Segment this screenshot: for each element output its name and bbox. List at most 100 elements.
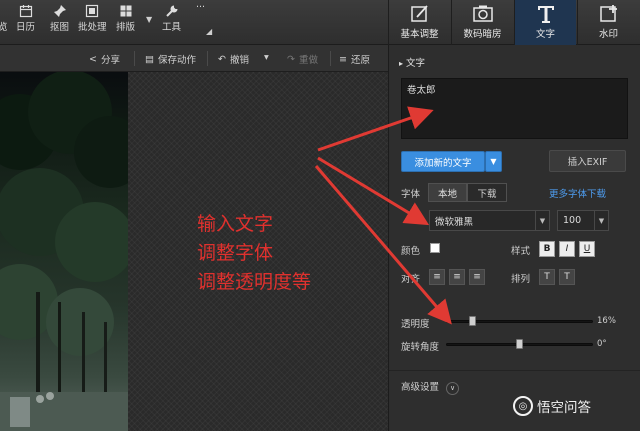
watermark-text: 悟空问答 [537, 400, 591, 416]
font-size-select[interactable]: 100 ▼ [557, 210, 609, 231]
divider [389, 370, 640, 371]
calendar-icon [19, 4, 33, 18]
restore-icon: ≡ [339, 53, 347, 65]
align-left-icon[interactable]: ≡ [429, 269, 445, 285]
italic-button[interactable]: I [559, 241, 575, 257]
opacity-label: 透明度 [401, 319, 430, 330]
save-icon: ▤ [145, 53, 154, 65]
font-download-tab[interactable]: 下载 [467, 183, 507, 202]
align-center-icon[interactable]: ≡ [449, 269, 465, 285]
tab-darkroom[interactable]: 数码暗房 [451, 0, 513, 45]
undo-label: 撤销 [229, 55, 249, 66]
adjust-icon [409, 4, 431, 24]
toolbar-batch-button[interactable]: 批处理 [78, 4, 107, 34]
add-text-button[interactable]: 添加新的文字 [401, 151, 485, 172]
layout-dropdown-icon[interactable]: ▼ [146, 15, 152, 24]
pin-icon [53, 4, 67, 18]
undo-icon: ↶ [218, 53, 226, 65]
font-label: 字体 [401, 189, 421, 200]
opacity-slider-thumb[interactable] [469, 316, 476, 326]
watermark-icon [598, 4, 620, 24]
text-icon [535, 4, 557, 24]
share-icon: < [89, 53, 97, 65]
toolbar-expand-icon[interactable]: ◢ [206, 27, 212, 36]
color-swatch[interactable] [430, 243, 440, 253]
advanced-settings-toggle[interactable]: 高级设置 ∨ [401, 379, 460, 395]
share-label: 分享 [100, 55, 120, 66]
toolbar-partial-item[interactable]: 览 [0, 22, 8, 34]
tab-basic-adjust[interactable]: 基本调整 [388, 0, 450, 45]
redo-icon: ↷ [287, 53, 295, 65]
annotation-line: 输入文字 [197, 213, 274, 235]
more-fonts-link[interactable]: 更多字体下载 [549, 186, 606, 200]
bold-button[interactable]: B [539, 241, 555, 257]
share-button[interactable]: < 分享 [89, 52, 120, 67]
font-size-value: 100 [563, 215, 582, 226]
tab-watermark[interactable]: 水印 [577, 0, 639, 45]
undo-dropdown-icon[interactable]: ▾ [264, 52, 269, 63]
text-input-area[interactable]: 卷太郎 [401, 78, 628, 139]
annotation-text: 输入文字 调整字体 调整透明度等 [197, 210, 311, 297]
app-window: 览 日历 抠图 批处理 排版 ▼ 工具 ··· ◢ 基本调整 数码暗房 文字 水… [0, 0, 640, 431]
insert-exif-button[interactable]: 插入EXIF [549, 150, 626, 172]
tab-basic-adjust-label: 基本调整 [400, 29, 439, 40]
toolbar-layout-button[interactable]: 排版 [116, 4, 135, 34]
rotation-slider[interactable] [446, 339, 593, 349]
rotation-label: 旋转角度 [401, 342, 440, 353]
save-action-label: 保存动作 [157, 55, 196, 66]
divider [330, 51, 331, 66]
style-label: 样式 [511, 246, 531, 257]
redo-button[interactable]: ↷ 重做 [287, 52, 318, 67]
tab-watermark-label: 水印 [598, 29, 618, 40]
underline-button[interactable]: U [579, 241, 595, 257]
arrange-label: 排列 [511, 274, 531, 285]
toolbar-more-button[interactable]: ··· [196, 2, 205, 14]
add-text-dropdown-icon[interactable]: ▼ [485, 151, 502, 172]
photo-preview [0, 72, 128, 431]
chevron-right-icon: ▸ [399, 59, 404, 68]
annotation-line: 调整透明度等 [197, 271, 312, 293]
tab-darkroom-label: 数码暗房 [463, 29, 502, 40]
toolbar-cutout-button[interactable]: 抠图 [50, 4, 69, 34]
font-family-select[interactable]: 微软雅黑 ▼ [429, 210, 550, 231]
section-title: ▸ 文字 [399, 58, 426, 69]
font-family-value: 微软雅黑 [435, 216, 474, 228]
advanced-settings-label: 高级设置 [401, 382, 440, 393]
toolbar-tools-button[interactable]: 工具 [162, 4, 181, 34]
opacity-slider[interactable] [446, 316, 593, 326]
restore-button[interactable]: ≡ 还原 [339, 52, 370, 67]
top-toolbar: 览 日历 抠图 批处理 排版 ▼ 工具 ··· ◢ 基本调整 数码暗房 文字 水… [0, 0, 640, 45]
opacity-value: 16% [597, 316, 616, 326]
rotation-value: 0° [597, 339, 607, 349]
toolbar-partial-label: 览 [0, 22, 8, 33]
divider [134, 51, 135, 66]
annotation-line: 调整字体 [197, 242, 274, 264]
vertical-text-icon[interactable]: T [539, 269, 555, 285]
toolbar-calendar-label: 日历 [16, 22, 36, 33]
image-canvas[interactable]: 输入文字 调整字体 调整透明度等 [0, 72, 388, 431]
rotation-slider-thumb[interactable] [516, 339, 523, 349]
wukong-logo-icon: ◎ [513, 396, 533, 416]
toolbar-cutout-label: 抠图 [50, 22, 70, 33]
font-local-tab[interactable]: 本地 [428, 183, 467, 202]
tab-text[interactable]: 文字 [514, 0, 576, 45]
tab-text-label: 文字 [535, 29, 555, 40]
undo-button[interactable]: ↶ 撤销 [218, 52, 249, 67]
toolbar-layout-label: 排版 [116, 22, 136, 33]
chevron-down-icon: ▼ [535, 211, 549, 230]
color-label: 颜色 [401, 246, 421, 257]
wrench-icon [165, 4, 179, 18]
align-right-icon[interactable]: ≡ [469, 269, 485, 285]
edit-action-bar: < 分享 ▤ 保存动作 ↶ 撤销 ▾ ↷ 重做 ≡ 还原 [0, 45, 388, 72]
save-action-button[interactable]: ▤ 保存动作 [145, 52, 196, 67]
chevron-down-icon: ∨ [446, 382, 460, 395]
redo-label: 重做 [298, 55, 318, 66]
restore-label: 还原 [350, 55, 370, 66]
layout-icon [119, 4, 133, 18]
batch-icon [85, 4, 99, 18]
source-watermark: ◎ 悟空问答 [513, 396, 591, 416]
toolbar-calendar-button[interactable]: 日历 [16, 4, 35, 34]
align-label: 对齐 [401, 274, 421, 285]
horizontal-text-icon[interactable]: T [559, 269, 575, 285]
camera-icon [472, 4, 494, 24]
